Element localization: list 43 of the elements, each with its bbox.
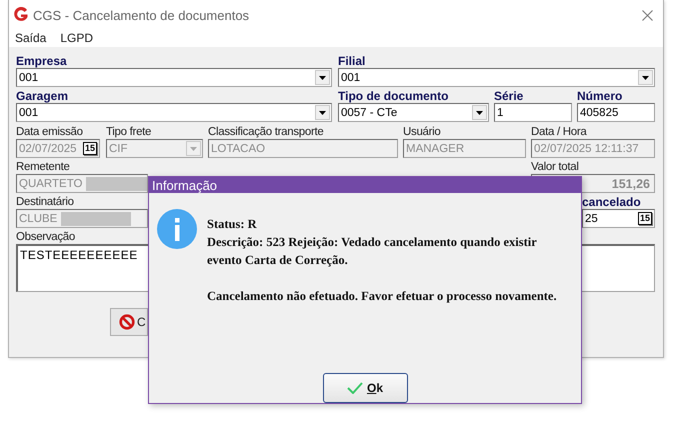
text-field[interactable]: 405825 <box>577 103 655 122</box>
dropdown-arrow-icon <box>476 110 483 114</box>
close-icon[interactable] <box>642 10 653 20</box>
menu-item[interactable]: Saída <box>15 31 46 45</box>
field-label: Destinatário <box>16 195 74 209</box>
field-label: Remetente <box>16 160 70 174</box>
dropdown-arrow-icon <box>319 76 326 80</box>
combo-field[interactable]: 0057 - CTe <box>338 103 489 122</box>
cancel-button[interactable]: C <box>110 308 148 336</box>
menu-item[interactable]: LGPD <box>60 31 94 45</box>
field-label: Série <box>494 89 524 103</box>
field-label: cancelado <box>582 195 641 209</box>
dropdown-arrow-icon <box>642 76 649 80</box>
field-label: Valor total <box>531 160 579 174</box>
text-field[interactable]: 1 <box>494 103 572 122</box>
ok-button[interactable]: Ok <box>322 373 408 403</box>
dialog-title: Informação <box>152 178 218 192</box>
dropdown-arrow-icon <box>319 110 326 114</box>
field-label: Garagem <box>16 89 68 103</box>
calendar-button[interactable]: 15 <box>638 212 652 225</box>
field-label: Tipo frete <box>106 125 152 139</box>
field-label: Data / Hora <box>531 125 587 139</box>
checkmark-icon <box>346 382 363 394</box>
field-label: Classificação transporte <box>208 125 324 139</box>
logo-icon <box>13 7 29 23</box>
message-text: Descrição: 523 Rejeição: Vedado cancelamento quando existir evento Carta de Correção. <box>207 234 538 269</box>
info-icon <box>157 209 197 249</box>
combo-field[interactable]: 001 <box>16 68 332 87</box>
field-label: Empresa <box>16 54 67 68</box>
field-label: Data emissão <box>16 125 83 139</box>
window-title: CGS - Cancelamento de documentos <box>33 8 250 22</box>
date-field[interactable]: 25 15 <box>582 209 655 228</box>
dropdown-arrow-icon <box>190 146 197 150</box>
field-label: Usuário <box>403 125 441 139</box>
message-text: Cancelamento não efetuado. Favor efetuar o processo novamente. <box>207 288 558 305</box>
field-label: Observação <box>16 230 76 244</box>
field-label: Tipo de documento <box>338 89 448 103</box>
field-label: Filial <box>338 54 366 68</box>
prohibited-icon <box>119 314 135 330</box>
combo-field[interactable]: 001 <box>16 103 332 122</box>
message-text: Status: R <box>207 216 258 233</box>
field-label: Número <box>577 89 622 103</box>
combo-field[interactable]: 001 <box>338 68 655 87</box>
